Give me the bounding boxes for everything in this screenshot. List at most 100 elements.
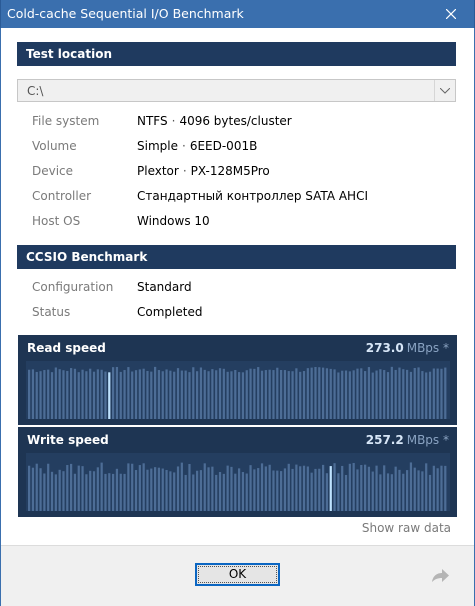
speed-bar bbox=[100, 369, 103, 419]
speed-bar bbox=[310, 472, 313, 511]
info-row-value: NTFS · 4096 bytes/cluster bbox=[137, 114, 292, 128]
speed-bar bbox=[249, 465, 252, 511]
speed-bar bbox=[325, 473, 329, 511]
speed-bar bbox=[299, 371, 302, 419]
separator-dot: · bbox=[182, 164, 187, 178]
info-row-value-part: Стандартный контроллер SATA AHCI bbox=[137, 189, 368, 203]
speed-bar bbox=[234, 473, 237, 511]
speed-bar bbox=[409, 462, 413, 511]
speed-bar bbox=[364, 371, 367, 419]
bench-row-value: Completed bbox=[137, 305, 203, 319]
speed-bar bbox=[134, 370, 138, 419]
speed-bar bbox=[352, 370, 355, 419]
info-row-label: Device bbox=[32, 164, 74, 178]
speed-bar bbox=[62, 471, 65, 511]
read-speed-value: 273.0 bbox=[365, 341, 404, 355]
speed-bar bbox=[253, 469, 256, 511]
location-select[interactable]: C:\ bbox=[17, 79, 456, 102]
speed-bar bbox=[196, 470, 199, 511]
speed-bar bbox=[356, 368, 359, 419]
info-row-value-part: Windows 10 bbox=[137, 214, 210, 228]
speed-bar bbox=[337, 372, 340, 419]
speed-bar bbox=[260, 370, 264, 419]
speed-bar bbox=[157, 370, 161, 419]
speed-bar bbox=[272, 370, 275, 419]
speed-bar bbox=[180, 462, 183, 511]
speed-bar bbox=[295, 464, 298, 511]
info-row-value-part: Plextor bbox=[137, 164, 179, 178]
speed-bar bbox=[322, 464, 325, 511]
speed-bar bbox=[428, 371, 432, 419]
speed-bar bbox=[268, 369, 271, 419]
speed-bar bbox=[421, 371, 424, 419]
info-row-host-os: Host OS Windows 10 bbox=[32, 214, 452, 232]
speed-bar bbox=[119, 371, 122, 419]
speed-bar bbox=[28, 465, 31, 511]
speed-bar bbox=[364, 464, 367, 511]
speed-bar bbox=[150, 371, 153, 419]
speed-bar bbox=[306, 368, 309, 419]
speed-bar bbox=[257, 468, 260, 511]
speed-bar bbox=[92, 471, 96, 511]
speed-bar bbox=[31, 369, 35, 419]
write-speed-unit: MBps * bbox=[406, 433, 449, 447]
speed-bar bbox=[50, 372, 54, 419]
speed-bar bbox=[394, 466, 397, 511]
read-speed-readout: 273.0 MBps * bbox=[366, 341, 449, 355]
speed-bar bbox=[154, 467, 157, 511]
speed-bar bbox=[322, 367, 325, 419]
speed-bar bbox=[318, 468, 321, 511]
speed-bar bbox=[238, 372, 241, 419]
speed-bar bbox=[260, 463, 264, 511]
speed-bar bbox=[428, 474, 432, 511]
speed-bar bbox=[245, 473, 248, 511]
read-speed-chart: Read speed 273.0 MBps * bbox=[18, 335, 457, 425]
speed-bar bbox=[276, 470, 279, 511]
speed-bar bbox=[264, 466, 267, 511]
speed-bar bbox=[406, 369, 409, 419]
speed-bar bbox=[115, 366, 119, 419]
speed-bar bbox=[173, 472, 176, 511]
speed-bar bbox=[390, 474, 393, 511]
speed-bar bbox=[31, 467, 35, 511]
speed-bar bbox=[409, 371, 413, 419]
speed-bar bbox=[199, 470, 203, 511]
speed-bar bbox=[245, 370, 248, 419]
speed-bar bbox=[241, 372, 245, 419]
speed-bar bbox=[287, 371, 290, 419]
speed-bar bbox=[375, 465, 378, 511]
speed-bar bbox=[39, 371, 42, 419]
speed-bar bbox=[207, 371, 210, 419]
section-header-benchmark: CCSIO Benchmark bbox=[17, 245, 456, 269]
ok-button[interactable]: OK bbox=[195, 563, 280, 586]
speed-bar bbox=[314, 468, 317, 511]
share-button[interactable] bbox=[430, 566, 450, 586]
speed-bar bbox=[81, 369, 84, 419]
speed-bar bbox=[77, 372, 80, 419]
speed-bar bbox=[440, 368, 443, 419]
speed-bar bbox=[89, 470, 92, 511]
chevron-down-icon[interactable] bbox=[434, 80, 455, 101]
speed-bar bbox=[28, 369, 31, 419]
show-raw-data-link[interactable]: Show raw data bbox=[362, 521, 451, 535]
speed-bar bbox=[134, 470, 138, 511]
speed-bar bbox=[176, 466, 180, 511]
info-row-device: Device Plextor · PX-128M5Pro bbox=[32, 164, 452, 182]
speed-bar bbox=[344, 474, 348, 511]
speed-bar bbox=[379, 369, 382, 419]
speed-bar-highlight bbox=[329, 466, 332, 511]
close-button[interactable] bbox=[428, 0, 474, 28]
speed-bar bbox=[215, 474, 218, 511]
write-speed-chart: Write speed 257.2 MBps * bbox=[18, 427, 457, 517]
speed-bar bbox=[302, 465, 306, 511]
speed-bar bbox=[70, 368, 73, 419]
speed-bar bbox=[192, 474, 195, 511]
speed-bar bbox=[352, 462, 355, 511]
write-speed-value: 257.2 bbox=[365, 433, 404, 447]
speed-bar bbox=[47, 369, 50, 419]
info-row-volume: Volume Simple · 6EED-001B bbox=[32, 139, 452, 157]
speed-bar bbox=[417, 470, 420, 511]
separator-dot: · bbox=[181, 139, 186, 153]
speed-bar bbox=[207, 467, 210, 511]
speed-bar bbox=[85, 371, 88, 419]
